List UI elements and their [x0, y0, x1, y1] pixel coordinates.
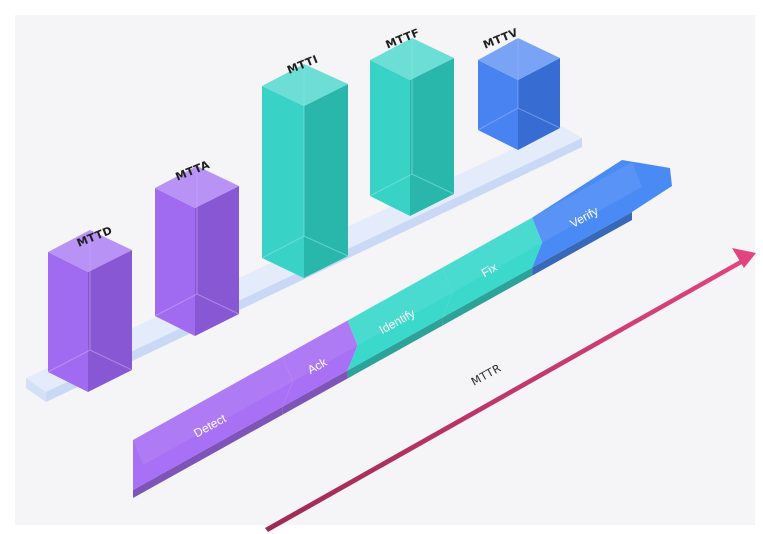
- bar-right-face: [195, 186, 239, 336]
- metric-bar-mttf: MTTF: [369, 26, 455, 216]
- bar-left-face: [48, 252, 88, 392]
- bar-left-face: [155, 188, 195, 336]
- bar-left-face: [262, 86, 304, 278]
- bar-right-face: [304, 84, 348, 278]
- bar-right-face: [88, 250, 132, 392]
- metric-bar-mttd: MTTD: [47, 224, 133, 392]
- metric-bar-mtta: MTTA: [154, 158, 240, 336]
- bar-right-face: [410, 58, 454, 216]
- mttr-diagram: MTTDMTTAMTTIMTTF MTTV DetectAckIdentifyFi…: [15, 15, 756, 532]
- metric-bar-mtti: MTTI: [261, 53, 349, 278]
